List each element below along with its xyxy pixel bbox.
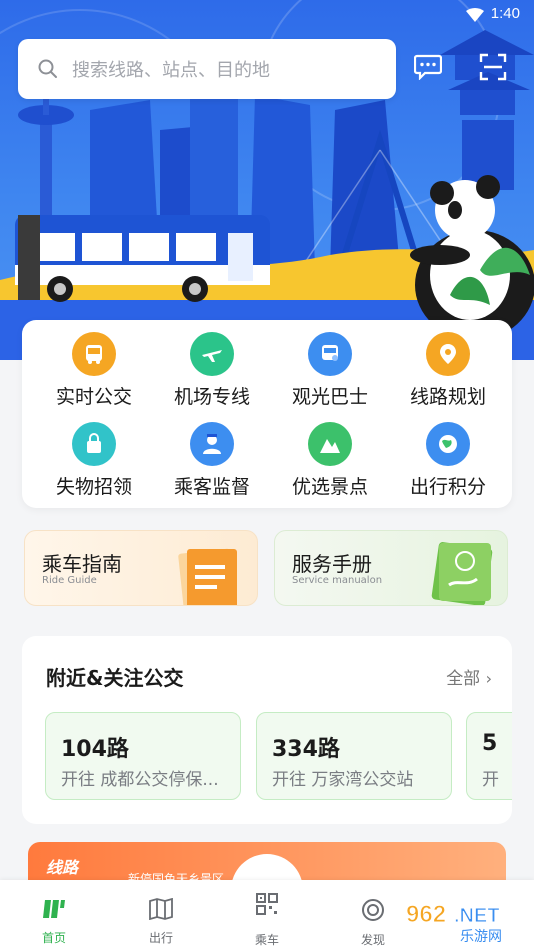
tab-label: 发现	[360, 933, 385, 947]
discover-icon	[362, 899, 384, 921]
watermark-logo: 962 .NET 乐游网	[406, 901, 503, 945]
status-bar: 1:40	[0, 0, 534, 30]
manual-book-icon	[431, 542, 493, 605]
service-airport-line[interactable]: 机场专线	[152, 332, 272, 409]
tab-discover[interactable]: 发现	[343, 898, 403, 948]
ride-guide-card[interactable]: 乘车指南 Ride Guide	[24, 530, 258, 606]
ride-guide-subtitle: Ride Guide	[42, 575, 97, 586]
route-destination: 开	[482, 770, 499, 790]
route-number: 104路	[61, 737, 129, 762]
promo-tag: 线路	[46, 858, 79, 877]
status-time: 1:40	[490, 5, 520, 22]
bus-illustration	[15, 215, 270, 302]
scenic-spots-icon	[308, 422, 352, 466]
service-label: 实时公交	[55, 386, 132, 408]
message-button[interactable]	[407, 46, 449, 88]
scan-button[interactable]	[472, 46, 514, 88]
service-label: 优选景点	[291, 476, 368, 498]
route-destination: 开往 万家湾公交站	[272, 770, 414, 790]
lost-found-icon	[72, 422, 116, 466]
nearby-followed-bus-section: 附近&关注公交 全部 › 104路 开往 成都公交停保... 334路 开往 万…	[22, 636, 512, 824]
qr-code-icon	[256, 893, 278, 915]
tab-travel[interactable]: 出行	[131, 897, 191, 946]
service-label: 机场专线	[173, 386, 250, 408]
service-label: 乘客监督	[173, 476, 250, 498]
sightseeing-bus-icon	[308, 332, 352, 376]
service-sightseeing-bus[interactable]: 观光巴士	[270, 332, 390, 409]
route-card[interactable]: 104路 开往 成都公交停保...	[45, 712, 241, 800]
service-manual-card[interactable]: 服务手册 Service manualon	[274, 530, 508, 606]
view-all-label: 全部	[446, 669, 481, 689]
service-scenic-spots[interactable]: 优选景点	[270, 422, 390, 499]
tab-label: 出行	[148, 931, 173, 945]
panda-illustration	[410, 175, 534, 335]
svg-text:乐游网: 乐游网	[460, 929, 502, 944]
service-manual-subtitle: Service manualon	[292, 575, 383, 586]
travel-points-icon	[426, 422, 470, 466]
service-realtime-bus[interactable]: 实时公交	[34, 332, 154, 409]
services-grid: 实时公交 机场专线 观光巴士 线路规划 失物招领 乘客监督 优选景点 出行积分	[22, 320, 512, 508]
search-placeholder: 搜索线路、站点、目的地	[72, 60, 270, 81]
map-icon	[149, 897, 173, 921]
service-route-planning[interactable]: 线路规划	[388, 332, 508, 409]
section-title: 附近&关注公交	[46, 666, 184, 690]
service-label: 线路规划	[409, 386, 486, 408]
route-destination: 开往 成都公交停保...	[61, 770, 219, 790]
svg-text:962: 962	[406, 901, 446, 928]
tab-label: 首页	[41, 931, 66, 945]
route-card[interactable]: 334路 开往 万家湾公交站	[256, 712, 452, 800]
route-card[interactable]: 5 开	[466, 712, 512, 800]
chat-bubble-icon	[414, 54, 442, 80]
svg-text:.NET: .NET	[454, 905, 500, 927]
service-label: 失物招领	[55, 476, 132, 498]
service-label: 出行积分	[409, 476, 486, 498]
view-all-link[interactable]: 全部 ›	[446, 664, 492, 689]
scan-icon	[479, 53, 507, 81]
route-planning-icon	[426, 332, 470, 376]
service-lost-found[interactable]: 失物招领	[34, 422, 154, 499]
route-number: 334路	[272, 737, 340, 762]
ride-guide-title: 乘车指南	[42, 552, 122, 576]
wifi-icon	[466, 8, 484, 22]
airport-line-icon	[190, 332, 234, 376]
service-label: 观光巴士	[291, 386, 368, 408]
tab-home[interactable]: 首页	[24, 898, 84, 946]
service-manual-title: 服务手册	[292, 552, 372, 576]
tab-label: 乘车	[254, 933, 279, 947]
service-passenger-supervision[interactable]: 乘客监督	[152, 422, 272, 499]
passenger-supervision-icon	[190, 422, 234, 466]
search-icon	[38, 59, 57, 78]
home-icon	[43, 900, 65, 918]
search-bar[interactable]: 搜索线路、站点、目的地	[18, 39, 396, 99]
route-number: 5	[482, 731, 498, 756]
document-icon	[178, 548, 237, 605]
tab-ride[interactable]: 乘车	[237, 893, 297, 948]
service-travel-points[interactable]: 出行积分	[388, 422, 508, 499]
realtime-bus-icon	[72, 332, 116, 376]
chevron-right-icon: ›	[485, 669, 492, 688]
